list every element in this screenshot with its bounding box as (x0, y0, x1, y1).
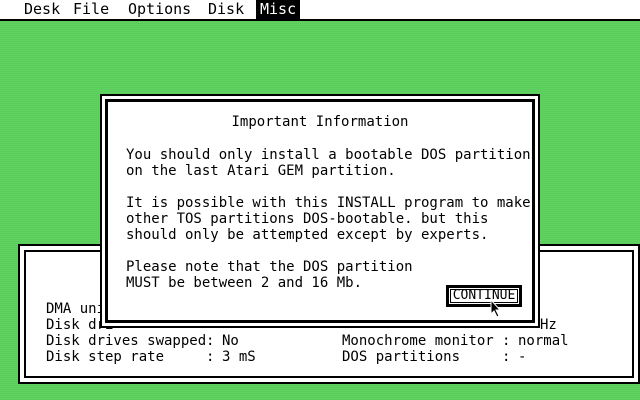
dialog-text-line: should only be attempted except by exper… (126, 227, 489, 243)
dialog-text-line: MUST be between 2 and 16 Mb. (126, 275, 363, 291)
setting-sep: : (206, 349, 215, 365)
dialog-text-line: You should only install a bootable DOS p… (126, 147, 531, 163)
setting-sep: : (502, 349, 511, 365)
setting-sep: : (206, 333, 215, 349)
setting-label-dos-partitions: DOS partitions (342, 349, 461, 365)
setting-value-disk-swapped[interactable]: No (222, 333, 239, 349)
menu-misc[interactable]: Misc (256, 0, 301, 19)
dialog-text-line: on the last Atari GEM partition. (126, 163, 396, 179)
dialog-text-line: It is possible with this INSTALL program… (126, 195, 531, 211)
setting-value-dos-partitions[interactable]: - (518, 349, 526, 365)
mouse-pointer-icon (490, 299, 502, 318)
menu-desk[interactable]: Desk (20, 0, 64, 19)
setting-value-monochrome[interactable]: normal (518, 333, 569, 349)
alert-dialog: Important Information You should only in… (100, 94, 540, 328)
continue-button-label: CONTINUE (450, 289, 518, 303)
setting-value-hz: Hz (540, 317, 557, 333)
menu-file[interactable]: File (69, 0, 113, 19)
setting-label-monochrome: Monochrome monitor (342, 333, 494, 349)
dialog-text-line: other TOS partitions DOS-bootable. but t… (126, 211, 489, 227)
menu-disk[interactable]: Disk (204, 0, 248, 19)
dialog-title: Important Information (231, 114, 409, 130)
dialog-text-line: Please note that the DOS partition (126, 259, 413, 275)
setting-label-disk-swapped: Disk drives swapped (46, 333, 207, 349)
continue-button[interactable]: CONTINUE (446, 285, 522, 307)
menu-options[interactable]: Options (124, 0, 195, 19)
setting-label-dma: DMA uni (46, 301, 106, 317)
setting-sep: : (502, 333, 511, 349)
setting-label-step-rate: Disk step rate (46, 349, 165, 365)
setting-value-step-rate[interactable]: 3 mS (222, 349, 256, 365)
menu-bar: Desk File Options Disk Misc (0, 0, 640, 21)
